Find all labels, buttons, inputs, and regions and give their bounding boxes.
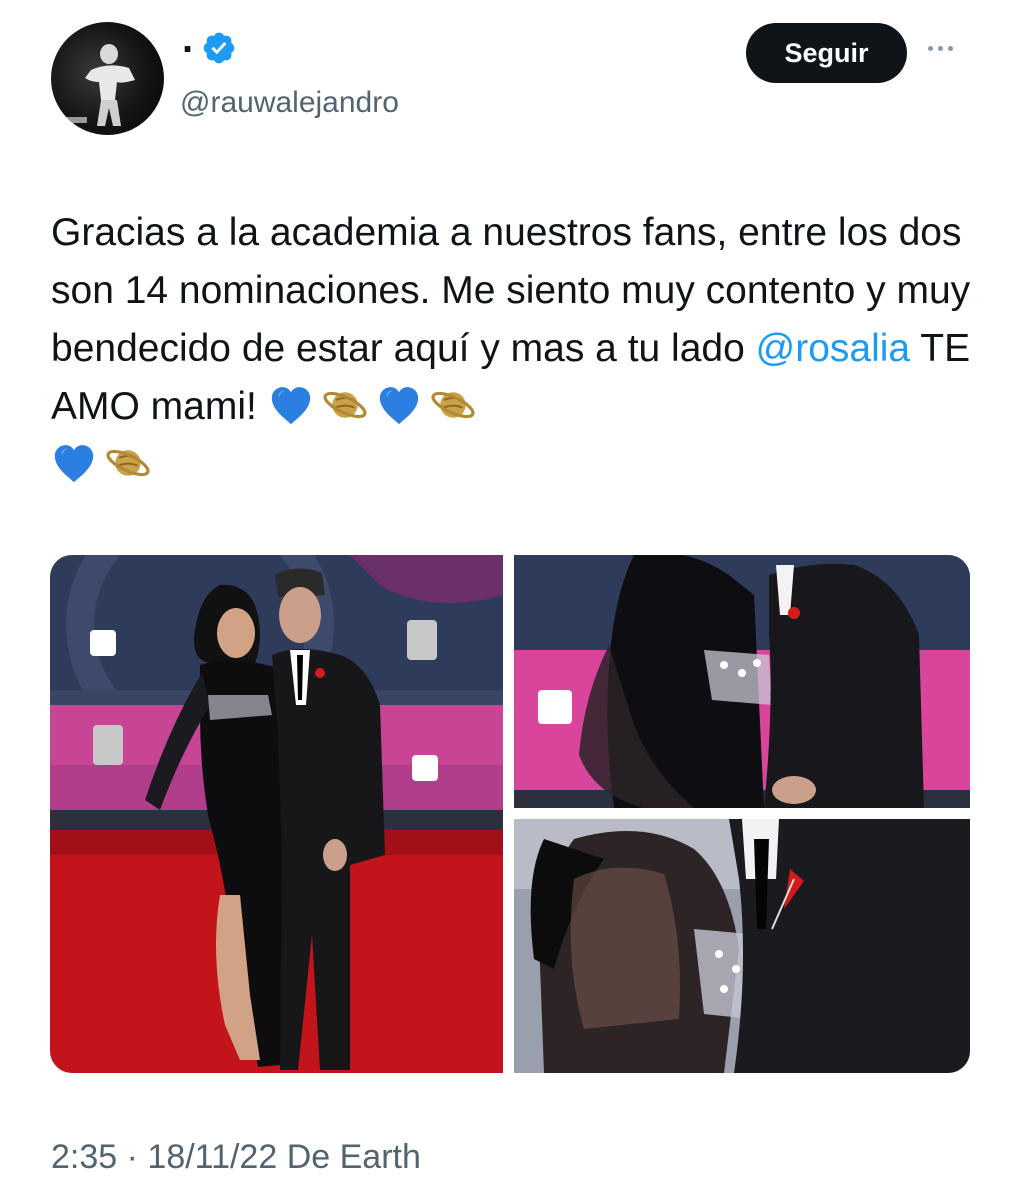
ringed-planet-icon bbox=[323, 391, 367, 419]
tweet-text: Gracias a la academia a nuestros fans, e… bbox=[51, 204, 981, 494]
name-row: . bbox=[182, 19, 237, 70]
tweet-meta: 2:35 · 18/11/22 De Earth bbox=[51, 1138, 421, 1177]
blue-heart-icon bbox=[379, 387, 418, 425]
display-name[interactable]: . bbox=[182, 19, 193, 59]
ringed-planet-icon bbox=[431, 391, 475, 419]
blue-heart-icon bbox=[271, 387, 310, 425]
tweet-source: De Earth bbox=[286, 1138, 421, 1176]
photo-couple-closeup-lower[interactable] bbox=[514, 819, 970, 1073]
photo-couple-red-carpet[interactable] bbox=[50, 555, 503, 1073]
follow-button[interactable]: Seguir bbox=[746, 23, 907, 83]
avatar[interactable] bbox=[51, 22, 164, 135]
tweet-date[interactable]: 18/11/22 bbox=[147, 1138, 277, 1176]
ringed-planet-icon bbox=[106, 449, 150, 477]
photo-couple-closeup-upper[interactable] bbox=[514, 555, 970, 808]
verified-badge-icon bbox=[203, 32, 235, 64]
more-options-icon[interactable] bbox=[928, 40, 968, 56]
blue-heart-icon bbox=[54, 445, 94, 483]
media-grid bbox=[50, 555, 970, 1073]
meta-separator: · bbox=[126, 1138, 138, 1176]
tweet-time[interactable]: 2:35 bbox=[51, 1138, 117, 1176]
mention-link[interactable]: @rosalia bbox=[756, 327, 910, 370]
user-handle[interactable]: @rauwalejandro bbox=[180, 86, 399, 120]
tweet-header: . @rauwalejandro Seguir bbox=[0, 0, 1018, 150]
